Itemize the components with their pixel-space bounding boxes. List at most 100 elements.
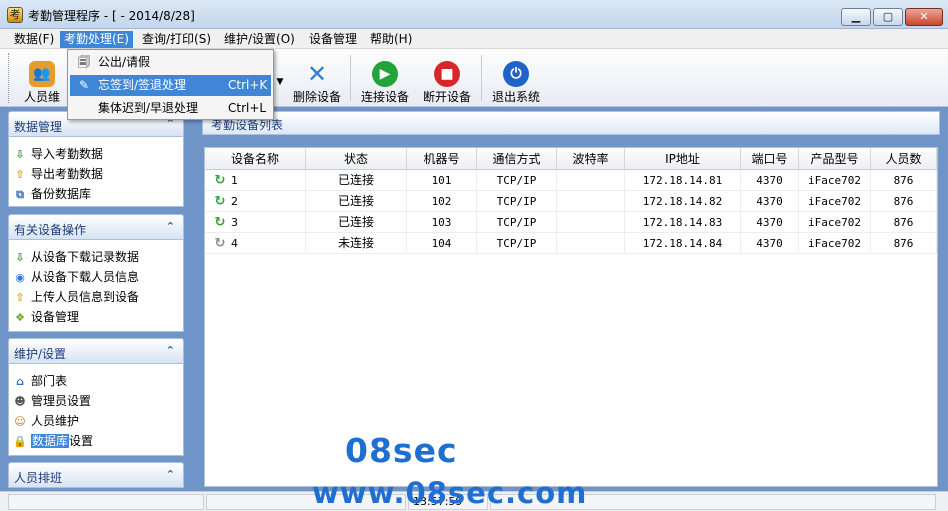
menu-item-label: 公出/请假 — [98, 55, 151, 69]
menu-item-label: 忘签到/签退处理 — [98, 78, 187, 92]
sidebar-item-label: 人员维护 — [31, 414, 80, 428]
column-header-port[interactable]: 端口号 — [741, 148, 799, 170]
person-maintain-button[interactable]: 👥 人员维 — [16, 51, 68, 105]
column-header-model[interactable]: 产品型号 — [799, 148, 871, 170]
sidebar-item-department[interactable]: ⌂ 部门表 — [13, 372, 67, 390]
app-icon: 考 — [7, 7, 23, 23]
sidebar-item-database-settings[interactable]: 🔒 数据库设置 — [13, 432, 93, 450]
arrow-down-icon: ⇩ — [15, 148, 25, 161]
cell-comm: TCP/IP — [477, 191, 557, 212]
sidebar-item-label-rest: 设置 — [69, 434, 94, 448]
column-header-ip[interactable]: IP地址 — [625, 148, 741, 170]
delete-x-icon: ✕ — [306, 60, 328, 88]
section-maintenance-header[interactable]: 维护/设置 ⌃ — [8, 338, 184, 364]
delete-device-button[interactable]: ✕ 删除设备 — [288, 51, 346, 105]
cell-baud — [557, 170, 625, 191]
menu-item-leave[interactable]: 🗐 公出/请假 — [70, 52, 271, 73]
toolbar-grip — [8, 53, 11, 103]
collapse-chevron-icon[interactable]: ⌃ — [166, 344, 175, 357]
exit-system-label: 退出系统 — [491, 90, 540, 104]
cell-port: 4370 — [741, 233, 799, 254]
section-title: 人员排班 — [14, 471, 63, 485]
collapse-chevron-icon[interactable]: ⌃ — [166, 220, 175, 233]
person-maintain-label: 人员维 — [23, 90, 60, 104]
cell-ip: 172.18.14.84 — [625, 233, 741, 254]
sidebar-item-admin-settings[interactable]: ☻ 管理员设置 — [13, 392, 91, 410]
menu-maintenance[interactable]: 维护/设置(O) — [220, 31, 299, 48]
cell-ip: 172.18.14.81 — [625, 170, 741, 191]
cell-people: 876 — [871, 191, 937, 212]
attendance-dropdown-menu: 🗐 公出/请假 ✎ 忘签到/签退处理 Ctrl+K 集体迟到/早退处理 Ctrl… — [67, 49, 274, 120]
cell-comm: TCP/IP — [477, 212, 557, 233]
title-bar: 考 考勤管理程序 - [ - 2014/8/28] ▁ ▢ ✕ — [0, 0, 948, 29]
globe-icon: ◉ — [15, 271, 25, 284]
sidebar-item-upload-personnel[interactable]: ⇧ 上传人员信息到设备 — [13, 288, 139, 306]
menu-help[interactable]: 帮助(H) — [366, 31, 416, 48]
toolbar-separator — [350, 55, 351, 101]
window-title: 考勤管理程序 - [ - 2014/8/28] — [28, 9, 195, 23]
menu-item-group-late[interactable]: 集体迟到/早退处理 Ctrl+L — [70, 98, 271, 119]
status-cell — [8, 494, 204, 510]
connect-device-button[interactable]: ▶ 连接设备 — [356, 51, 414, 105]
cell-device-name: 1 — [205, 170, 306, 191]
main-panel: 考勤设备列表 设备名称 状态 机器号 通信方式 波特率 IP地址 端口号 产品型… — [192, 107, 948, 491]
power-icon: ⏻ — [503, 61, 529, 87]
cell-people: 876 — [871, 212, 937, 233]
watermark-logo: 08sec — [345, 431, 458, 470]
cell-baud — [557, 212, 625, 233]
sidebar-item-personnel-maintenance[interactable]: ☺ 人员维护 — [13, 412, 79, 430]
sidebar-item-backup-database[interactable]: ⧉ 备份数据库 — [13, 185, 91, 203]
cell-port: 4370 — [741, 191, 799, 212]
column-header-machine-no[interactable]: 机器号 — [407, 148, 477, 170]
arrow-down-icon: ⇩ — [15, 251, 25, 264]
cell-machine: 101 — [407, 170, 477, 191]
section-device-operations-header[interactable]: 有关设备操作 ⌃ — [8, 214, 184, 240]
column-header-status[interactable]: 状态 — [306, 148, 407, 170]
cell-ip: 172.18.14.83 — [625, 212, 741, 233]
close-button[interactable]: ✕ — [905, 8, 943, 26]
cell-baud — [557, 233, 625, 254]
menu-bar: 数据(F) 考勤处理(E) 查询/打印(S) 维护/设置(O) 设备管理 帮助(… — [0, 29, 948, 49]
column-header-people[interactable]: 人员数 — [871, 148, 937, 170]
menu-attendance[interactable]: 考勤处理(E) — [60, 31, 133, 48]
sidebar-item-download-personnel[interactable]: ◉ 从设备下载人员信息 — [13, 268, 139, 286]
toolbar-separator — [481, 55, 482, 101]
maximize-button[interactable]: ▢ — [873, 8, 903, 26]
sidebar-item-label: 上传人员信息到设备 — [31, 290, 140, 304]
disconnect-device-button[interactable]: ■ 断开设备 — [418, 51, 476, 105]
stop-icon: ■ — [434, 61, 460, 87]
menu-item-shortcut: Ctrl+L — [228, 101, 267, 115]
cell-port: 4370 — [741, 212, 799, 233]
exit-system-button[interactable]: ⏻ 退出系统 — [486, 51, 546, 105]
column-header-comm[interactable]: 通信方式 — [477, 148, 557, 170]
sidebar-item-device-management[interactable]: ❖ 设备管理 — [13, 308, 79, 326]
menu-data[interactable]: 数据(F) — [10, 31, 58, 48]
section-data-management-body: ⇩ 导入考勤数据 ⇧ 导出考勤数据 ⧉ 备份数据库 — [8, 137, 184, 207]
section-maintenance-body: ⌂ 部门表 ☻ 管理员设置 ☺ 人员维护 🔒 数据库设置 — [8, 364, 184, 456]
sidebar-item-label: 备份数据库 — [31, 187, 92, 201]
cell-device-name: 2 — [205, 191, 306, 212]
cell-status: 已连接 — [306, 212, 407, 233]
menu-device-management[interactable]: 设备管理 — [305, 31, 361, 48]
sidebar-item-label: 设备管理 — [31, 310, 80, 324]
menu-query-print[interactable]: 查询/打印(S) — [138, 31, 215, 48]
column-header-device-name[interactable]: 设备名称 — [205, 148, 306, 170]
cell-device-name: 4 — [205, 233, 306, 254]
delete-device-label: 删除设备 — [292, 90, 341, 104]
watermark-url: www.08sec.com — [312, 476, 588, 510]
arrow-up-icon: ⇧ — [15, 291, 25, 304]
sidebar-item-import-data[interactable]: ⇩ 导入考勤数据 — [13, 145, 103, 163]
minimize-button[interactable]: ▁ — [841, 8, 871, 26]
cell-machine: 103 — [407, 212, 477, 233]
column-header-baud[interactable]: 波特率 — [557, 148, 625, 170]
collapse-chevron-icon[interactable]: ⌃ — [166, 468, 175, 481]
cell-ip: 172.18.14.82 — [625, 191, 741, 212]
toolbar-dropdown-arrow[interactable]: ▼ — [274, 51, 286, 105]
cell-comm: TCP/IP — [477, 233, 557, 254]
section-scheduling-header[interactable]: 人员排班 ⌃ — [8, 462, 184, 488]
sidebar-item-download-records[interactable]: ⇩ 从设备下载记录数据 — [13, 248, 139, 266]
device-table: 设备名称 状态 机器号 通信方式 波特率 IP地址 端口号 产品型号 人员数 ↻… — [204, 147, 938, 487]
menu-item-forgot-sign[interactable]: ✎ 忘签到/签退处理 Ctrl+K — [70, 75, 271, 96]
sidebar-item-export-data[interactable]: ⇧ 导出考勤数据 — [13, 165, 103, 183]
sidebar-item-label: 从设备下载记录数据 — [31, 250, 140, 264]
